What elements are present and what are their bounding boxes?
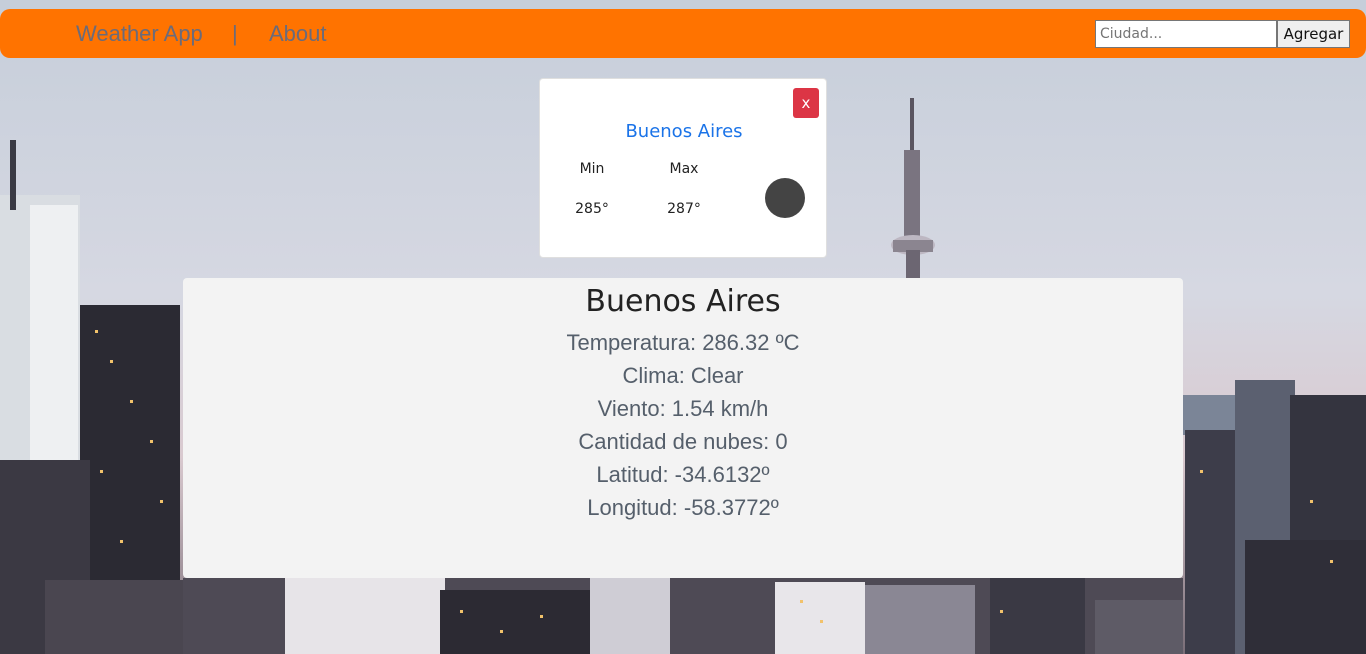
min-label: Min — [579, 161, 605, 177]
city-search-input[interactable] — [1095, 20, 1277, 48]
card-city-title[interactable]: Buenos Aires — [540, 121, 828, 142]
detail-weather: Clima: Clear — [622, 363, 744, 388]
max-label: Max — [669, 161, 699, 177]
city-detail-panel: Buenos Aires Temperatura: 286.32 ºC Clim… — [183, 278, 1183, 578]
nav-about-link[interactable]: About — [269, 21, 327, 47]
city-card: x Buenos Aires Min Max 285° 287° — [539, 78, 827, 258]
nav-brand-link[interactable]: Weather App — [76, 21, 203, 47]
max-temperature-value: 287° — [667, 201, 701, 217]
close-card-button[interactable]: x — [793, 88, 819, 118]
detail-latitude: Latitud: -34.6132º — [596, 462, 770, 487]
detail-clouds: Cantidad de nubes: 0 — [578, 429, 788, 454]
navbar: Weather App | About Agregar — [0, 9, 1366, 58]
detail-wind: Viento: 1.54 km/h — [597, 396, 769, 421]
add-city-button[interactable]: Agregar — [1277, 20, 1350, 48]
detail-city-title: Buenos Aires — [585, 284, 781, 319]
weather-icon — [765, 178, 805, 218]
min-temperature-value: 285° — [575, 201, 609, 217]
nav-separator: | — [232, 21, 238, 46]
detail-temperature: Temperatura: 286.32 ºC — [566, 330, 800, 355]
detail-longitude: Longitud: -58.3772º — [587, 495, 779, 520]
